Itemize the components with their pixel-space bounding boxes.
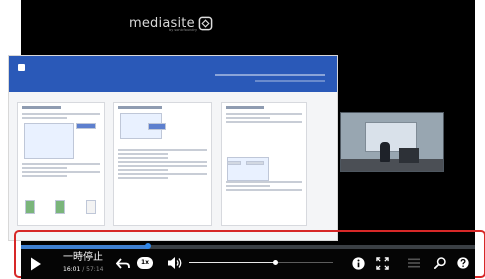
fullscreen-icon[interactable]: [376, 257, 389, 270]
volume-fill: [189, 262, 276, 263]
volume-icon[interactable]: [167, 256, 185, 270]
slide-body: [9, 92, 337, 240]
help-icon[interactable]: [457, 257, 469, 269]
play-icon[interactable]: [30, 257, 42, 271]
volume-handle[interactable]: [273, 260, 279, 265]
slide-nav-bar-2: [255, 80, 325, 82]
speaker-video[interactable]: [340, 112, 444, 172]
slide-header: [9, 56, 337, 92]
playback-status: 一時停止: [63, 252, 103, 263]
playback-time: 16:01 / 57:14: [63, 266, 104, 273]
mediasite-player-frame: mediasite by sonicfoundry 一時停止 16:01 / 5…: [0, 0, 485, 279]
current-time: 16:01: [63, 266, 81, 273]
mediasite-logo-icon: [198, 16, 213, 30]
info-icon[interactable]: [352, 257, 365, 270]
slide-panel-middle: [113, 102, 212, 226]
volume-slider[interactable]: [189, 260, 333, 265]
speed-label: 1x: [140, 259, 150, 266]
rewind-icon[interactable]: [116, 258, 130, 269]
menu-icon[interactable]: [408, 258, 420, 268]
slide-logo-icon: [18, 64, 25, 71]
speaker: [380, 142, 390, 162]
speed-button[interactable]: 1x: [137, 257, 153, 269]
slide-nav-bar: [215, 74, 325, 76]
slide-panel-right: [221, 102, 307, 226]
duration: 57:14: [86, 266, 104, 273]
search-icon[interactable]: [434, 257, 446, 269]
mediasite-logo: mediasite by sonicfoundry: [129, 13, 213, 33]
lecture-desk: [399, 148, 419, 163]
slide-panel-left: [17, 102, 105, 226]
logo-subtitle: by sonicfoundry: [169, 28, 198, 32]
slide-view: [8, 55, 338, 241]
